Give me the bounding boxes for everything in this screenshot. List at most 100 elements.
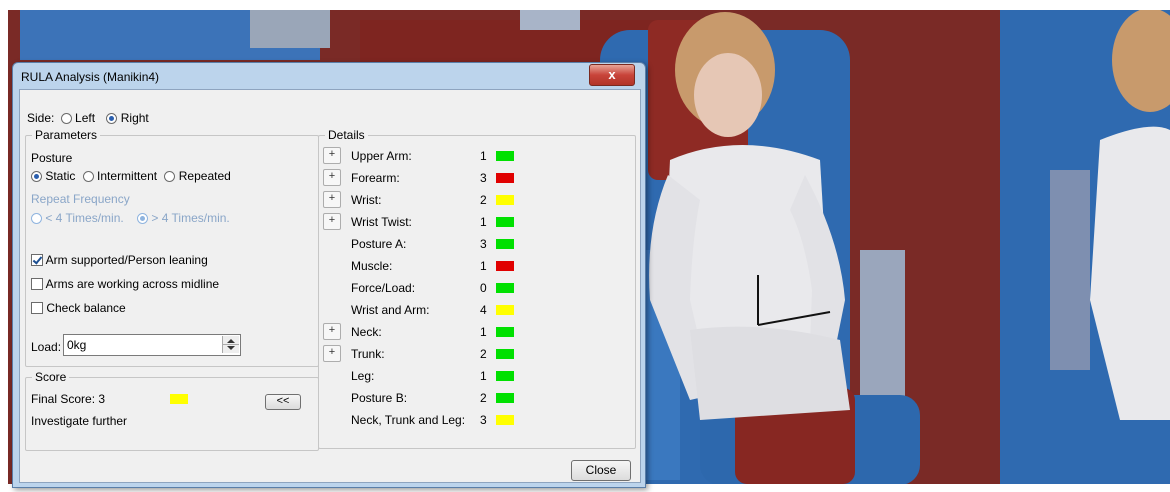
posture-option-static[interactable]: Static bbox=[31, 169, 79, 183]
posture-options: Static Intermittent Repeated bbox=[31, 169, 231, 183]
detail-label: Wrist: bbox=[351, 193, 382, 207]
check-arm-supported[interactable]: Arm supported/Person leaning bbox=[31, 253, 208, 267]
detail-label: Force/Load: bbox=[351, 281, 416, 295]
detail-color bbox=[496, 239, 514, 249]
detail-color bbox=[496, 151, 514, 161]
detail-label: Neck, Trunk and Leg: bbox=[351, 413, 466, 427]
frequency-option-label: > 4 Times/min. bbox=[151, 211, 230, 225]
radio-selected-icon bbox=[106, 113, 118, 124]
detail-row: Wrist and Arm: 4 bbox=[319, 301, 635, 319]
detail-row: Posture A: 3 bbox=[319, 235, 635, 253]
detail-row: Neck, Trunk and Leg: 3 bbox=[319, 411, 635, 429]
expand-button[interactable]: + bbox=[323, 345, 341, 362]
radio-selected-icon bbox=[137, 213, 149, 224]
detail-label: Leg: bbox=[351, 369, 375, 383]
detail-color bbox=[496, 261, 514, 271]
detail-value: 2 bbox=[480, 347, 487, 361]
detail-color bbox=[496, 195, 514, 205]
check-balance[interactable]: Check balance bbox=[31, 301, 126, 315]
detail-label: Wrist Twist: bbox=[351, 215, 412, 229]
details-legend: Details bbox=[325, 128, 368, 142]
side-option-left[interactable]: Left bbox=[60, 111, 99, 125]
detail-label: Wrist and Arm: bbox=[351, 303, 430, 317]
load-value: 0kg bbox=[67, 338, 87, 352]
posture-option-intermittent[interactable]: Intermittent bbox=[82, 169, 161, 183]
detail-value: 1 bbox=[480, 259, 487, 273]
radio-icon bbox=[82, 171, 94, 182]
expand-button[interactable]: + bbox=[323, 147, 341, 164]
seat-armrest bbox=[1050, 170, 1090, 370]
window-close-button[interactable]: x bbox=[589, 64, 635, 86]
rula-analysis-dialog: RULA Analysis (Manikin4) x Side: Left Ri… bbox=[12, 62, 646, 488]
load-label: Load: bbox=[31, 340, 62, 354]
manikin-legs bbox=[690, 326, 850, 420]
detail-value: 3 bbox=[480, 413, 487, 427]
detail-color bbox=[496, 371, 514, 381]
detail-row: Force/Load: 0 bbox=[319, 279, 635, 297]
detail-color bbox=[496, 327, 514, 337]
seat-armrest bbox=[250, 8, 330, 48]
radio-icon bbox=[60, 113, 72, 124]
collapse-button[interactable]: << bbox=[265, 394, 301, 410]
side-option-right[interactable]: Right bbox=[106, 111, 149, 125]
detail-value: 1 bbox=[480, 369, 487, 383]
detail-value: 4 bbox=[480, 303, 487, 317]
details-group: Details + Upper Arm: 1 + Forearm: 3 + Wrist: 2 + W… bbox=[318, 128, 636, 449]
checkbox-label: Arms are working across midline bbox=[45, 277, 220, 291]
spinner-arrows-icon bbox=[223, 339, 239, 350]
checkbox-checked-icon bbox=[31, 254, 43, 266]
expand-button[interactable]: + bbox=[323, 213, 341, 230]
radio-icon bbox=[31, 213, 42, 224]
checkbox-label: Check balance bbox=[46, 301, 126, 315]
expand-button[interactable]: + bbox=[323, 323, 341, 340]
posture-label: Posture bbox=[31, 151, 73, 165]
detail-color bbox=[496, 305, 514, 315]
score-group: Score Final Score: 3 << Investigate furt… bbox=[25, 370, 319, 451]
title-bar[interactable]: RULA Analysis (Manikin4) x bbox=[13, 63, 645, 89]
detail-label: Trunk: bbox=[351, 347, 385, 361]
verdict-text: Investigate further bbox=[31, 414, 128, 428]
radio-selected-icon bbox=[31, 171, 42, 182]
detail-color bbox=[496, 349, 514, 359]
frequency-option-label: < 4 Times/min. bbox=[45, 211, 124, 225]
window-title: RULA Analysis (Manikin4) bbox=[21, 70, 160, 84]
final-score-color bbox=[170, 394, 188, 404]
frame bbox=[0, 0, 1170, 10]
detail-row: Leg: 1 bbox=[319, 367, 635, 385]
side-row: Side: Left Right bbox=[27, 111, 149, 125]
detail-value: 2 bbox=[480, 391, 487, 405]
detail-row: + Upper Arm: 1 bbox=[319, 147, 635, 165]
check-arms-midline[interactable]: Arms are working across midline bbox=[31, 277, 219, 291]
detail-value: 3 bbox=[480, 171, 487, 185]
side-option-label: Right bbox=[120, 111, 149, 125]
detail-value: 0 bbox=[480, 281, 487, 295]
detail-value: 1 bbox=[480, 325, 487, 339]
load-spinner[interactable] bbox=[222, 336, 239, 353]
detail-label: Posture A: bbox=[351, 237, 407, 251]
detail-row: + Neck: 1 bbox=[319, 323, 635, 341]
close-button[interactable]: Close bbox=[571, 460, 631, 481]
parameters-legend: Parameters bbox=[32, 128, 101, 142]
checkbox-label: Arm supported/Person leaning bbox=[45, 253, 208, 267]
parameters-group: Parameters Posture Static Intermittent R… bbox=[25, 128, 319, 367]
detail-color bbox=[496, 283, 514, 293]
detail-label: Upper Arm: bbox=[351, 149, 412, 163]
detail-label: Posture B: bbox=[351, 391, 408, 405]
frequency-option-low[interactable]: < 4 Times/min. bbox=[31, 211, 127, 225]
detail-label: Muscle: bbox=[351, 259, 393, 273]
expand-button[interactable]: + bbox=[323, 169, 341, 186]
frequency-option-high[interactable]: > 4 Times/min. bbox=[137, 211, 230, 225]
side-label: Side: bbox=[27, 111, 55, 125]
expand-button[interactable]: + bbox=[323, 191, 341, 208]
posture-option-label: Static bbox=[45, 169, 76, 183]
dialog-client: Side: Left Right Parameters Posture Stat… bbox=[19, 89, 641, 483]
load-input[interactable]: 0kg bbox=[63, 334, 241, 356]
side-option-label: Left bbox=[75, 111, 96, 125]
checkbox-icon bbox=[31, 302, 43, 314]
posture-option-repeated[interactable]: Repeated bbox=[164, 169, 231, 183]
detail-value: 2 bbox=[480, 193, 487, 207]
posture-option-label: Repeated bbox=[178, 169, 231, 183]
detail-color bbox=[496, 393, 514, 403]
detail-row: Muscle: 1 bbox=[319, 257, 635, 275]
detail-label: Forearm: bbox=[351, 171, 400, 185]
